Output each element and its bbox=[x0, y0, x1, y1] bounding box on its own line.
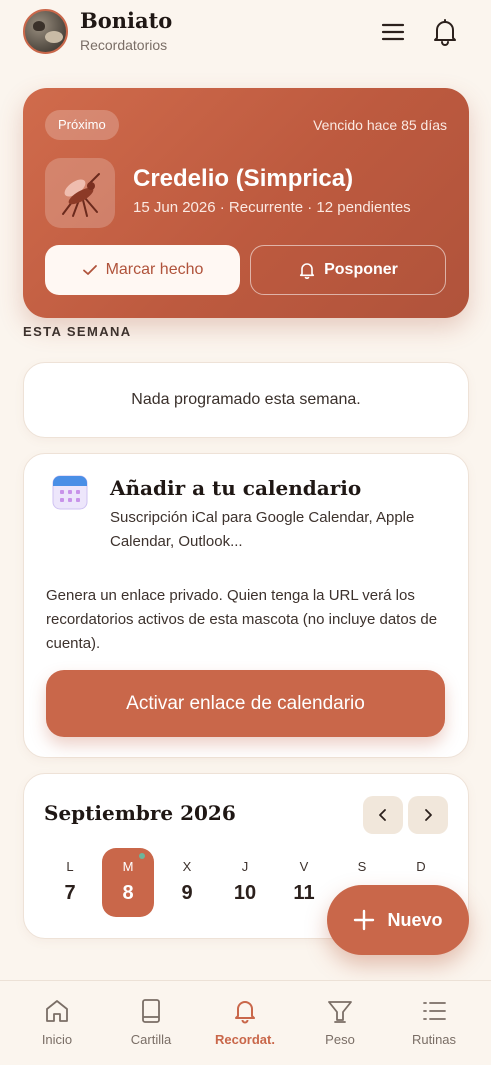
plus-icon bbox=[354, 909, 375, 931]
activate-calendar-link-button[interactable]: Activar enlace de calendario bbox=[46, 670, 445, 737]
day-thursday[interactable]: J 10 bbox=[219, 848, 271, 917]
day-number: 7 bbox=[64, 882, 76, 904]
day-wednesday[interactable]: X 9 bbox=[161, 848, 213, 917]
day-letter: D bbox=[416, 859, 426, 874]
nav-label: Rutinas bbox=[411, 1032, 457, 1047]
bell-icon bbox=[299, 263, 315, 279]
chevron-right-icon bbox=[425, 809, 432, 821]
calendar-subtitle: Suscripción iCal para Google Calendar, A… bbox=[110, 509, 415, 550]
pet-avatar[interactable] bbox=[23, 9, 68, 54]
nav-label: Recordat. bbox=[215, 1032, 275, 1047]
nav-item-cartilla[interactable]: Cartilla bbox=[102, 981, 200, 1065]
new-reminder-button[interactable]: Nuevo bbox=[327, 885, 469, 955]
day-letter: M bbox=[122, 859, 134, 874]
mosquito-icon bbox=[45, 158, 115, 228]
activate-calendar-label: Activar enlace de calendario bbox=[126, 692, 365, 714]
snooze-label: Posponer bbox=[324, 261, 398, 278]
overdue-status: Vencido hace 85 días bbox=[313, 117, 447, 133]
check-icon bbox=[82, 265, 97, 275]
week-empty-card: Nada programado esta semana. bbox=[23, 362, 469, 438]
day-letter: X bbox=[182, 859, 192, 874]
app-header: Boniato Recordatorios bbox=[0, 0, 491, 64]
day-number: 9 bbox=[181, 882, 193, 904]
home-icon bbox=[46, 1000, 68, 1022]
bell-icon bbox=[235, 1001, 255, 1024]
calendar-description: Genera un enlace privado. Quien tenga la… bbox=[46, 587, 438, 652]
previous-week-button[interactable] bbox=[363, 796, 403, 834]
scale-icon bbox=[328, 1001, 352, 1023]
nav-item-peso[interactable]: Peso bbox=[291, 981, 389, 1065]
day-letter: J bbox=[241, 859, 249, 874]
day-letter: L bbox=[66, 859, 74, 874]
reminder-meta: 15 Jun 2026 · Recurrente · 12 pendientes bbox=[133, 199, 411, 216]
day-letter: S bbox=[357, 859, 367, 874]
week-empty-text: Nada programado esta semana. bbox=[131, 391, 361, 408]
day-number: 10 bbox=[233, 882, 257, 904]
next-week-button[interactable] bbox=[408, 796, 448, 834]
reminder-title: Credelio (Simprica) bbox=[133, 165, 354, 192]
day-friday[interactable]: V 11 bbox=[278, 848, 330, 917]
nav-label: Peso bbox=[325, 1032, 355, 1047]
chevron-left-icon bbox=[379, 809, 386, 821]
hamburger-menu-icon[interactable] bbox=[380, 19, 406, 45]
page-subtitle: Recordatorios bbox=[80, 37, 168, 53]
nav-label: Cartilla bbox=[130, 1032, 172, 1047]
calendar-icon bbox=[52, 473, 88, 510]
month-title: Septiembre 2026 bbox=[44, 801, 236, 825]
new-reminder-label: Nuevo bbox=[387, 909, 443, 930]
nav-label: Inicio bbox=[41, 1032, 73, 1047]
calendar-title: Añadir a tu calendario bbox=[110, 476, 362, 500]
nav-item-inicio[interactable]: Inicio bbox=[8, 981, 106, 1065]
snooze-button[interactable]: Posponer bbox=[250, 245, 446, 295]
day-tuesday-selected[interactable]: M 8 bbox=[102, 848, 154, 917]
mark-done-label: Marcar hecho bbox=[105, 261, 204, 278]
nav-item-rutinas[interactable]: Rutinas bbox=[385, 981, 483, 1065]
day-letter: V bbox=[299, 859, 309, 874]
calendar-subscribe-card: Añadir a tu calendario Suscripción iCal … bbox=[23, 453, 469, 758]
bell-icon[interactable] bbox=[431, 17, 459, 47]
week-section-label: ESTA SEMANA bbox=[23, 324, 132, 339]
day-number: 8 bbox=[122, 882, 134, 904]
list-icon bbox=[423, 1002, 446, 1020]
day-number: 11 bbox=[293, 882, 315, 904]
book-icon bbox=[142, 999, 160, 1023]
pet-name: Boniato bbox=[80, 8, 173, 33]
mark-done-button[interactable]: Marcar hecho bbox=[45, 245, 240, 295]
day-monday[interactable]: L 7 bbox=[44, 848, 96, 917]
next-reminder-card[interactable]: Próximo Vencido hace 85 días Credelio (S… bbox=[23, 88, 469, 318]
bottom-navigation: Inicio Cartilla Recordat. Peso Rutinas bbox=[0, 980, 491, 1065]
nav-item-recordatorios[interactable]: Recordat. bbox=[196, 981, 294, 1065]
next-badge: Próximo bbox=[45, 110, 119, 140]
